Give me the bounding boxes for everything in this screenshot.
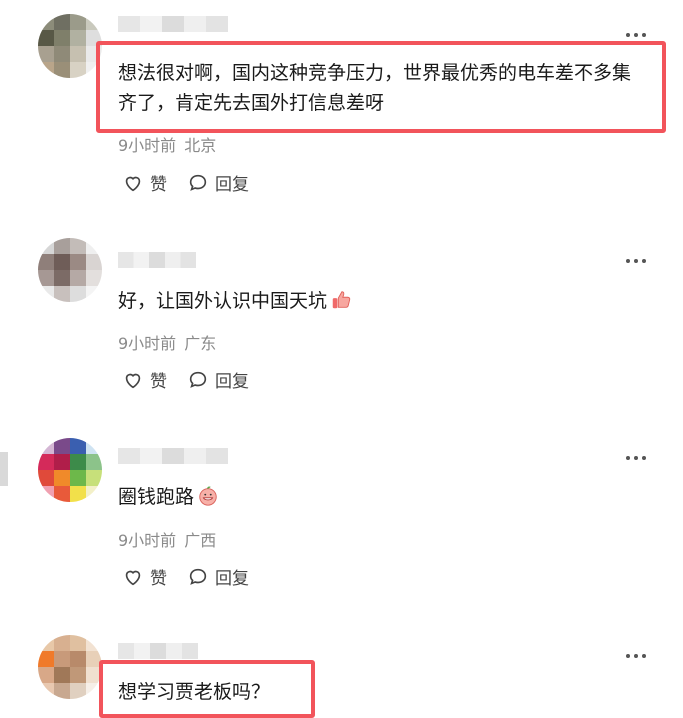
comment-text: 好，让国外认识中国天坑 bbox=[118, 286, 658, 316]
heart-icon bbox=[125, 570, 141, 585]
comment-location: 北京 bbox=[184, 136, 217, 155]
avatar[interactable] bbox=[38, 635, 102, 699]
reply-label: 回复 bbox=[215, 175, 249, 195]
like-button[interactable]: 赞 bbox=[122, 170, 167, 195]
comment-text: 圈钱跑路 bbox=[118, 482, 658, 512]
comment-text-content: 好，让国外认识中国天坑 bbox=[118, 290, 328, 312]
heart-icon bbox=[125, 373, 141, 388]
comment-meta: 9小时前 广东 bbox=[118, 330, 216, 354]
reply-button[interactable]: 回复 bbox=[187, 170, 249, 195]
like-button[interactable]: 赞 bbox=[122, 564, 167, 589]
comment-time: 9小时前 bbox=[118, 334, 177, 353]
username-blurred[interactable] bbox=[118, 252, 196, 268]
more-options-icon[interactable] bbox=[626, 651, 652, 661]
like-label: 赞 bbox=[150, 372, 167, 392]
reply-label: 回复 bbox=[215, 372, 249, 392]
comment-bubble-icon bbox=[189, 371, 207, 388]
reply-button[interactable]: 回复 bbox=[187, 367, 249, 392]
more-options-icon[interactable] bbox=[626, 453, 652, 463]
highlight-box bbox=[99, 660, 315, 718]
comment-meta: 9小时前 广西 bbox=[118, 527, 216, 551]
comment-location: 广西 bbox=[184, 531, 217, 550]
comment-actions: 赞 回复 bbox=[122, 564, 249, 589]
highlight-box bbox=[96, 41, 666, 133]
divider bbox=[0, 452, 8, 486]
reply-label: 回复 bbox=[215, 569, 249, 589]
comment-time: 9小时前 bbox=[118, 136, 177, 155]
username-blurred[interactable] bbox=[118, 643, 198, 659]
like-label: 赞 bbox=[150, 569, 167, 589]
comment-meta: 9小时前 北京 bbox=[118, 132, 216, 156]
avatar[interactable] bbox=[38, 238, 102, 302]
comment-time: 9小时前 bbox=[118, 531, 177, 550]
comment-bubble-icon bbox=[189, 174, 207, 191]
heart-icon bbox=[125, 176, 141, 191]
grinning-peach-emoji bbox=[199, 486, 217, 506]
comment-actions: 赞 回复 bbox=[122, 367, 249, 392]
like-button[interactable]: 赞 bbox=[122, 367, 167, 392]
avatar[interactable] bbox=[38, 14, 102, 78]
comment-actions: 赞 回复 bbox=[122, 170, 249, 195]
comment-bubble-icon bbox=[189, 568, 207, 585]
comment-text-content: 圈钱跑路 bbox=[118, 486, 195, 508]
more-options-icon[interactable] bbox=[626, 256, 652, 266]
reply-button[interactable]: 回复 bbox=[187, 564, 249, 589]
more-options-icon[interactable] bbox=[626, 30, 652, 40]
username-blurred[interactable] bbox=[118, 448, 228, 464]
thumbs-up-emoji bbox=[332, 291, 351, 309]
avatar[interactable] bbox=[38, 438, 102, 502]
comment-location: 广东 bbox=[184, 334, 217, 353]
like-label: 赞 bbox=[150, 175, 167, 195]
username-blurred[interactable] bbox=[118, 16, 228, 32]
